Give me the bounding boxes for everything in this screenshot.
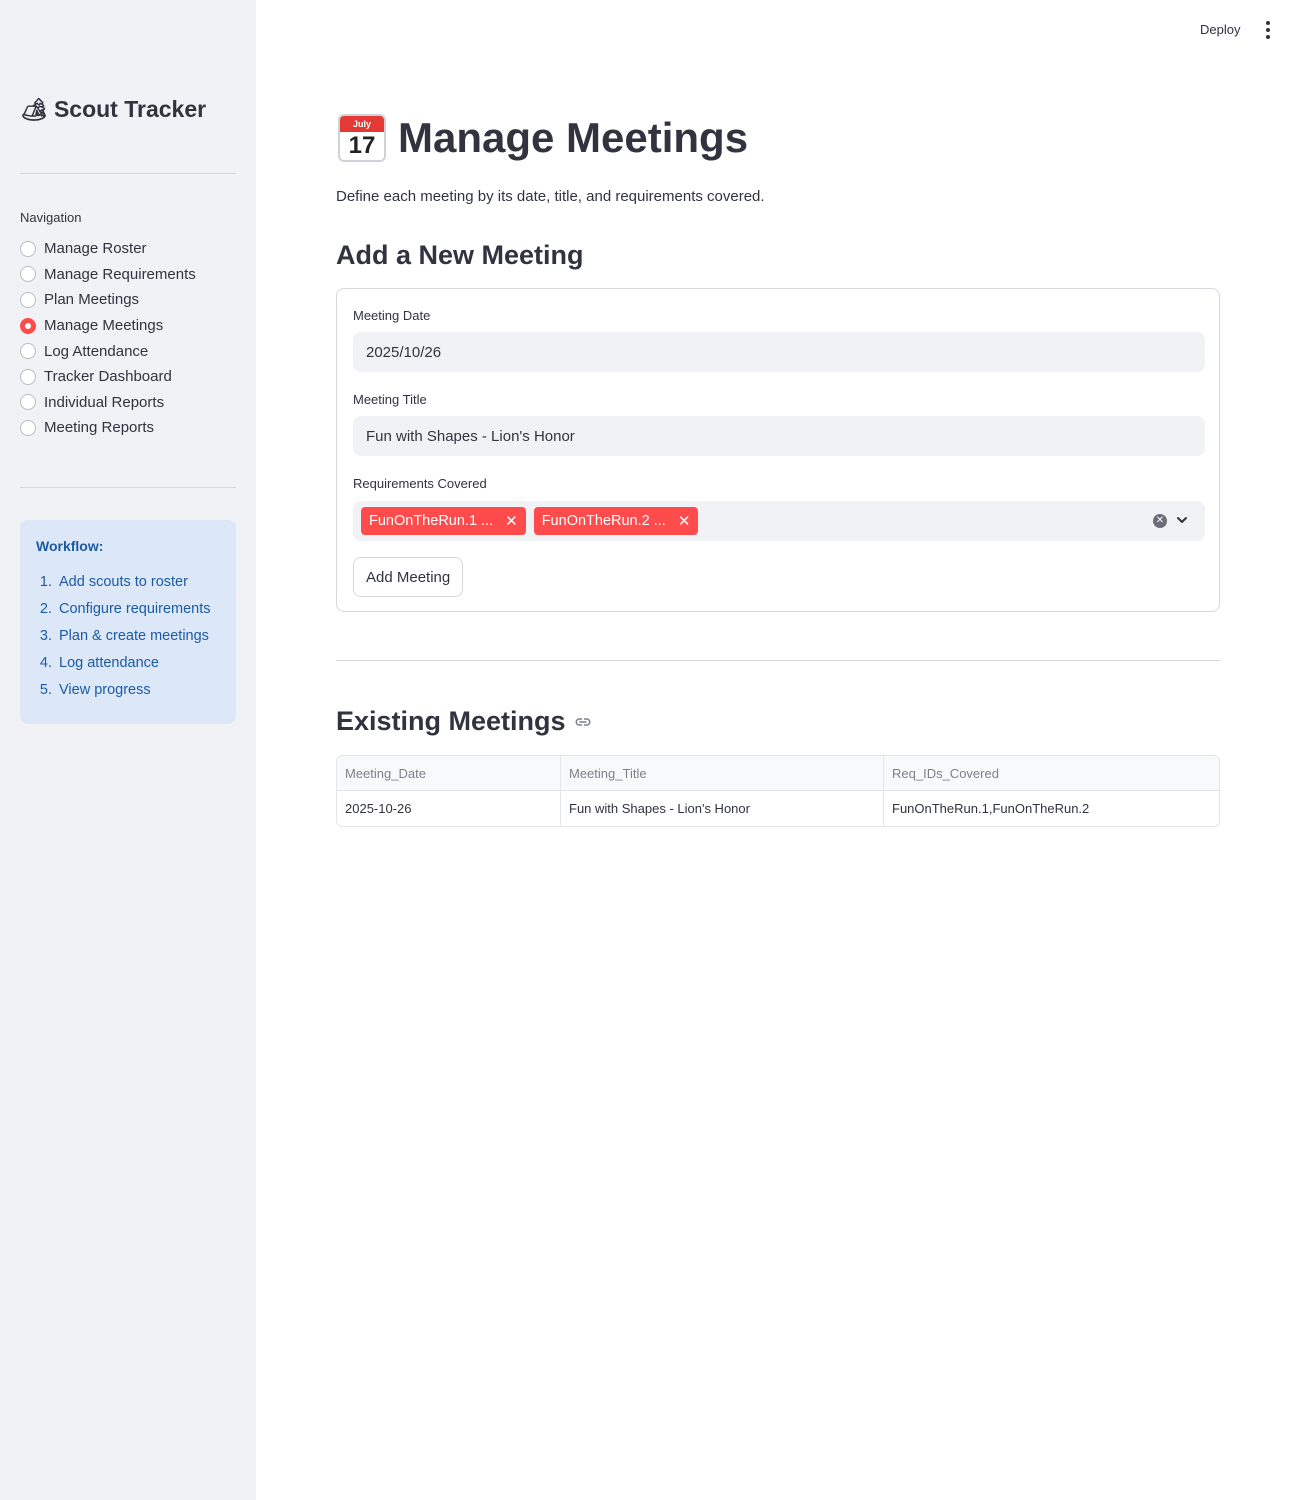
close-icon[interactable]: ✕ xyxy=(678,512,691,530)
workflow-step-text: Log attendance xyxy=(59,655,159,671)
workflow-step-number: 2. xyxy=(39,601,52,617)
nav-item-label: Plan Meetings xyxy=(44,291,140,309)
existing-meetings-heading-text: Existing Meetings xyxy=(336,706,566,736)
column-header[interactable]: Meeting_Title xyxy=(561,756,884,790)
column-header[interactable]: Req_IDs_Covered xyxy=(884,756,1219,790)
requirement-chip-label: FunOnTheRun.2 ... xyxy=(541,513,666,529)
sidebar: 🏕 Scout Tracker Navigation Manage Roster… xyxy=(0,0,256,1500)
page-subtitle: Define each meeting by its date, title, … xyxy=(336,188,765,205)
workflow-step-text: Configure requirements xyxy=(59,601,211,617)
meetings-table[interactable]: Meeting_Date Meeting_Title Req_IDs_Cover… xyxy=(336,755,1220,827)
nav-item-tracker-dashboard[interactable]: Tracker Dashboard xyxy=(20,364,196,390)
radio-unselected-icon[interactable] xyxy=(20,291,36,308)
workflow-step-text: Plan & create meetings xyxy=(59,628,209,644)
table-cell[interactable]: Fun with Shapes - Lion's Honor xyxy=(561,791,884,826)
meeting-title-input[interactable]: Fun with Shapes - Lion's Honor xyxy=(353,416,1205,456)
tent-icon: 🏕 xyxy=(20,96,48,122)
meeting-date-label: Meeting Date xyxy=(353,308,431,323)
meeting-date-input[interactable]: 2025/10/26 xyxy=(353,332,1205,372)
add-meeting-form: Meeting Date 2025/10/26 Meeting Title Fu… xyxy=(336,288,1220,612)
app-title: 🏕 Scout Tracker xyxy=(20,96,206,123)
existing-meetings-heading: Existing Meetings xyxy=(336,706,592,737)
workflow-step-number: 1. xyxy=(39,574,52,590)
workflow-info-box: Workflow: 1. Add scouts to roster 2. Config… xyxy=(20,520,236,724)
workflow-step: 4. Log attendance xyxy=(36,655,220,682)
requirement-chip[interactable]: FunOnTheRun.2 ... ✕ xyxy=(533,507,699,535)
nav-item-manage-meetings[interactable]: Manage Meetings xyxy=(20,313,196,339)
workflow-steps: 1. Add scouts to roster 2. Configure requir… xyxy=(36,574,220,709)
workflow-step-text: View progress xyxy=(59,682,151,698)
nav-radio-group: Manage Roster Manage Requirements Plan Mee… xyxy=(20,236,196,441)
workflow-step: 2. Configure requirements xyxy=(36,601,220,628)
radio-unselected-icon[interactable] xyxy=(20,266,36,283)
requirements-multiselect[interactable]: FunOnTheRun.1 ... ✕ FunOnTheRun.2 ... ✕ … xyxy=(353,501,1205,541)
workflow-step-number: 5. xyxy=(39,682,52,698)
deploy-button[interactable]: Deploy xyxy=(1190,18,1250,41)
add-meeting-heading-text: Add a New Meeting xyxy=(336,240,584,270)
workflow-step-text: Add scouts to roster xyxy=(59,574,188,590)
page-title: July 17 Manage Meetings xyxy=(338,114,748,162)
close-icon[interactable]: ✕ xyxy=(505,512,518,530)
nav-item-manage-requirements[interactable]: Manage Requirements xyxy=(20,262,196,288)
radio-unselected-icon[interactable] xyxy=(20,419,36,436)
nav-item-manage-roster[interactable]: Manage Roster xyxy=(20,236,196,262)
section-divider xyxy=(336,660,1220,661)
radio-unselected-icon[interactable] xyxy=(20,343,36,360)
table-header-row: Meeting_Date Meeting_Title Req_IDs_Cover… xyxy=(337,756,1219,791)
nav-item-label: Meeting Reports xyxy=(44,419,155,437)
nav-label: Navigation xyxy=(20,210,82,225)
calendar-icon-day: 17 xyxy=(348,132,376,159)
nav-item-log-attendance[interactable]: Log Attendance xyxy=(20,338,196,364)
nav-item-meeting-reports[interactable]: Meeting Reports xyxy=(20,415,196,441)
nav-item-plan-meetings[interactable]: Plan Meetings xyxy=(20,287,196,313)
page-title-text: Manage Meetings xyxy=(398,114,749,161)
nav-item-label: Individual Reports xyxy=(44,393,165,411)
nav-item-label: Manage Requirements xyxy=(44,265,196,283)
radio-unselected-icon[interactable] xyxy=(20,368,36,385)
radio-unselected-icon[interactable] xyxy=(20,240,36,257)
app-title-text: Scout Tracker xyxy=(53,96,207,122)
clear-all-icon[interactable]: ✕ xyxy=(1153,514,1167,528)
nav-item-individual-reports[interactable]: Individual Reports xyxy=(20,390,196,416)
meeting-title-label: Meeting Title xyxy=(353,392,427,407)
requirements-covered-label: Requirements Covered xyxy=(353,476,487,491)
add-meeting-heading: Add a New Meeting xyxy=(336,240,584,271)
requirement-chip[interactable]: FunOnTheRun.1 ... ✕ xyxy=(361,507,526,535)
nav-item-label: Manage Roster xyxy=(44,240,147,258)
workflow-title: Workflow: xyxy=(36,538,104,554)
workflow-step: 3. Plan & create meetings xyxy=(36,628,220,655)
sidebar-divider xyxy=(20,487,236,488)
sidebar-divider xyxy=(20,173,236,174)
nav-item-label: Log Attendance xyxy=(44,342,149,360)
column-header[interactable]: Meeting_Date xyxy=(337,756,561,790)
workflow-step: 5. View progress xyxy=(36,682,220,709)
kebab-menu-icon[interactable] xyxy=(1259,20,1277,40)
nav-item-label: Manage Meetings xyxy=(44,317,164,335)
table-cell[interactable]: 2025-10-26 xyxy=(337,791,561,826)
calendar-icon: July 17 xyxy=(338,114,386,162)
nav-item-label: Tracker Dashboard xyxy=(44,368,172,386)
radio-selected-icon[interactable] xyxy=(20,317,36,334)
add-meeting-button[interactable]: Add Meeting xyxy=(353,557,464,597)
link-icon[interactable] xyxy=(574,713,592,731)
table-row[interactable]: 2025-10-26 Fun with Shapes - Lion's Hono… xyxy=(337,791,1219,826)
table-cell[interactable]: FunOnTheRun.1,FunOnTheRun.2 xyxy=(884,791,1219,826)
workflow-step-number: 4. xyxy=(39,655,52,671)
requirement-chip-label: FunOnTheRun.1 ... xyxy=(369,513,494,529)
calendar-icon-month: July xyxy=(340,116,384,132)
radio-unselected-icon[interactable] xyxy=(20,394,36,411)
chevron-down-icon[interactable] xyxy=(1175,513,1189,527)
workflow-step-number: 3. xyxy=(39,628,52,644)
workflow-step: 1. Add scouts to roster xyxy=(36,574,220,601)
